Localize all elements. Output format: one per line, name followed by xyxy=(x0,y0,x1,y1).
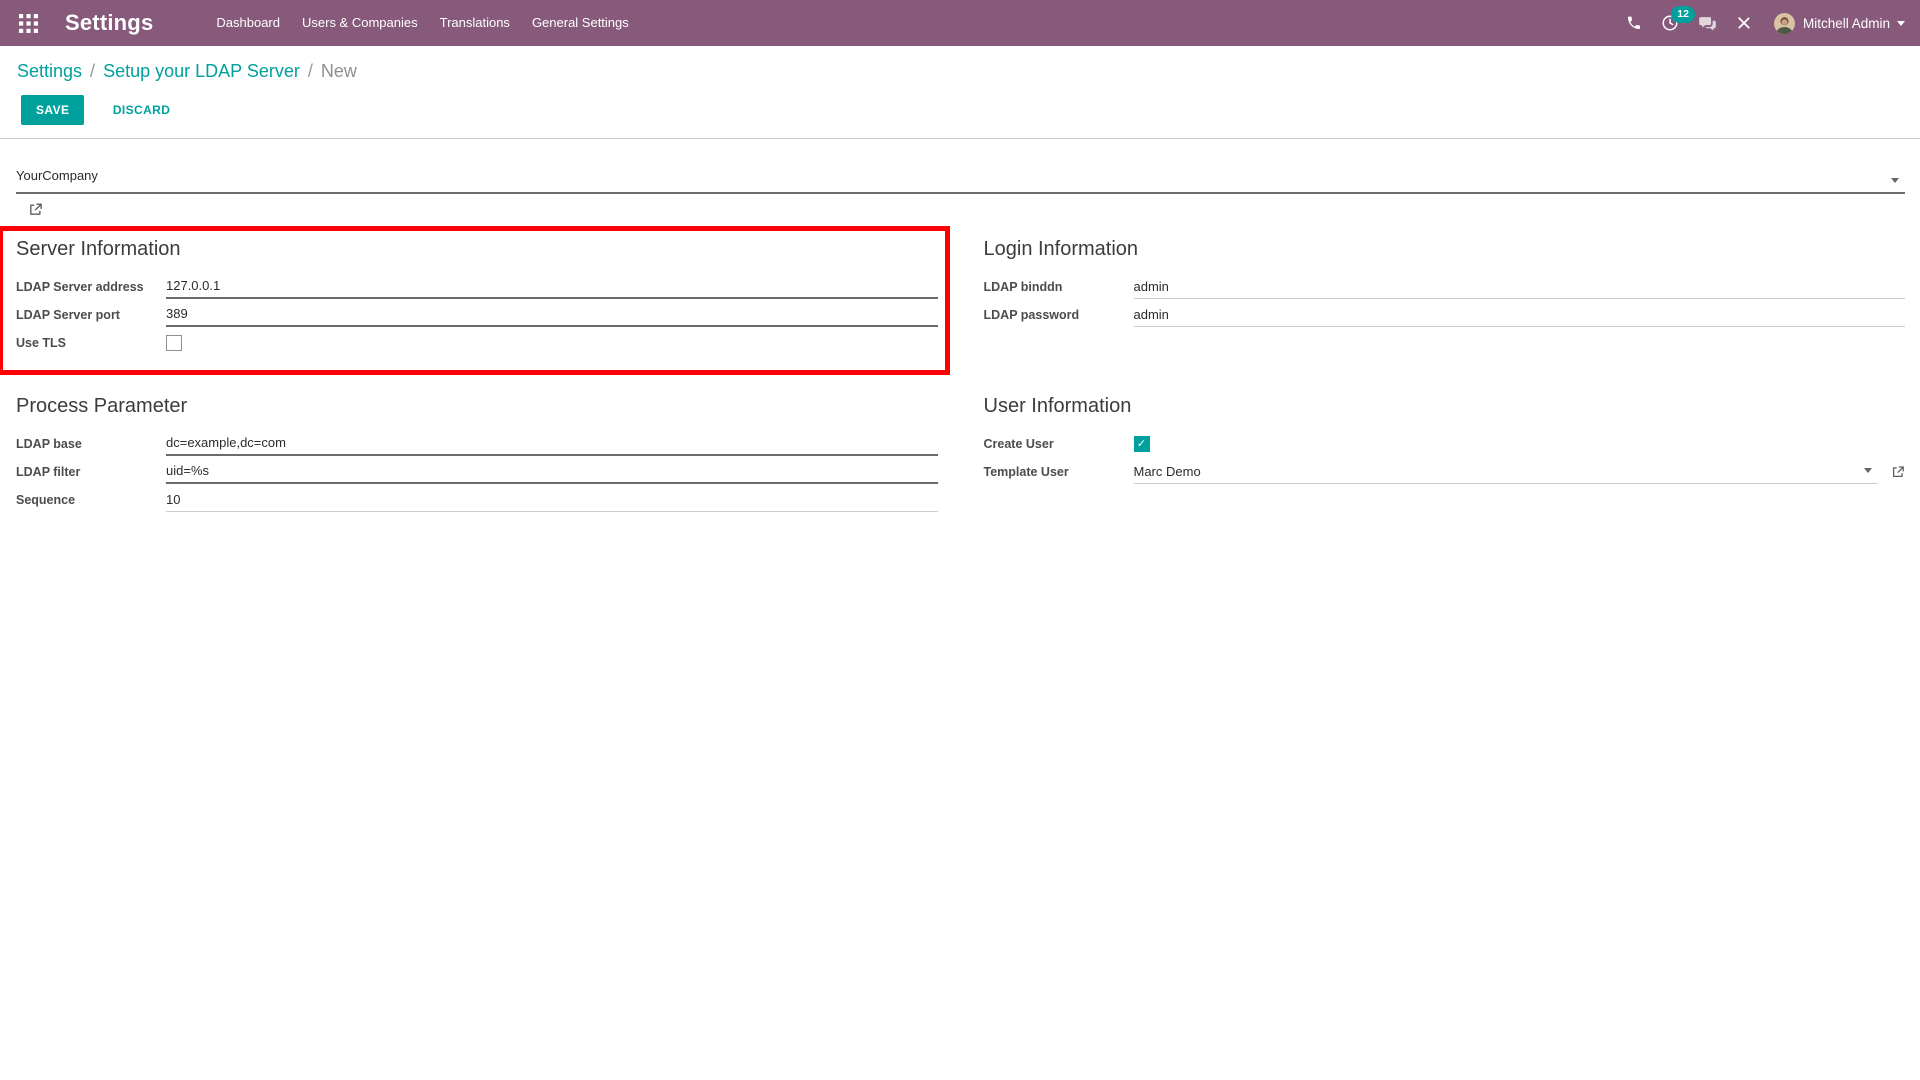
caret-down-icon xyxy=(1897,20,1905,26)
section-title-server-information: Server Information xyxy=(16,238,181,260)
ldap-server-port-label: LDAP Server port xyxy=(16,308,120,322)
field-control xyxy=(166,488,938,512)
breadcrumb: Settings / Setup your LDAP Server / New xyxy=(17,61,1904,82)
field-row-sequence: Sequence xyxy=(16,486,938,514)
field-row-ldap-binddn: LDAP binddn xyxy=(983,273,1905,301)
breadcrumb-separator: / xyxy=(90,61,96,81)
topbar-menu-users-companies[interactable]: Users & Companies xyxy=(291,0,429,46)
activity-clock-icon[interactable]: 12 xyxy=(1661,6,1695,32)
ldap-server-port-input[interactable] xyxy=(166,303,938,327)
breadcrumb-current: New xyxy=(320,61,357,81)
company-value: YourCompany xyxy=(16,168,98,183)
developer-tools-icon[interactable] xyxy=(1736,15,1752,31)
save-button[interactable]: SAVE xyxy=(21,95,85,125)
breadcrumb-link-settings[interactable]: Settings xyxy=(17,61,82,81)
field-row-ldap-password: LDAP password xyxy=(983,301,1905,329)
form-section-server-information: Server Information LDAP Server address LDA… xyxy=(0,226,950,375)
user-avatar xyxy=(1773,12,1795,34)
control-panel: Settings / Setup your LDAP Server / New SAVE… xyxy=(0,46,1920,139)
field-row-ldap-server-port: LDAP Server port xyxy=(16,301,938,329)
field-row-template-user: Template User xyxy=(984,458,1906,486)
field-control xyxy=(1133,460,1906,484)
form-sheet: YourCompany Server Information LDAP Serve… xyxy=(0,139,1920,542)
ldap-password-label: LDAP password xyxy=(983,308,1080,322)
use-tls-label: Use TLS xyxy=(16,336,67,350)
breadcrumb-separator: / xyxy=(307,61,313,81)
ldap-base-input[interactable] xyxy=(166,432,938,456)
template-user-input[interactable] xyxy=(1133,460,1864,483)
ldap-binddn-label: LDAP binddn xyxy=(983,280,1063,294)
form-section-process-parameter: Process Parameter LDAP base LDAP filter Seq… xyxy=(16,395,938,514)
field-control xyxy=(166,335,938,351)
ldap-server-address-label: LDAP Server address xyxy=(16,280,144,294)
app-title[interactable]: Settings xyxy=(65,10,153,36)
sequence-label: Sequence xyxy=(16,493,76,507)
ldap-server-address-input[interactable] xyxy=(166,275,938,299)
ldap-filter-input[interactable] xyxy=(166,460,938,484)
section-title-login-information: Login Information xyxy=(983,238,1139,260)
field-row-ldap-filter: LDAP filter xyxy=(16,458,938,486)
topbar-menu-general-settings[interactable]: General Settings xyxy=(521,0,640,46)
form-grid: Server Information LDAP Server address LDA… xyxy=(0,226,1906,542)
form-section-user-information: User Information Create User ✓ Template Use… xyxy=(984,395,1906,486)
messages-icon[interactable] xyxy=(1698,14,1717,33)
field-control xyxy=(166,432,938,456)
breadcrumb-link-setup-your-ldap-server[interactable]: Setup your LDAP Server xyxy=(103,61,300,81)
template-user-field xyxy=(1133,460,1878,484)
field-control xyxy=(1133,303,1905,327)
field-control: ✓ xyxy=(1133,436,1906,452)
field-row-use-tls: Use TLS xyxy=(16,329,938,357)
form-section-login-information: Login Information LDAP binddn LDAP passwor… xyxy=(983,238,1905,329)
apps-menu-icon[interactable] xyxy=(19,13,39,33)
phone-icon[interactable] xyxy=(1626,15,1642,31)
caret-down-icon[interactable] xyxy=(1864,468,1872,473)
field-control xyxy=(166,275,938,299)
ldap-password-input[interactable] xyxy=(1133,303,1905,327)
create-user-checkbox[interactable]: ✓ xyxy=(1133,436,1150,452)
check-icon: ✓ xyxy=(1136,437,1147,450)
sequence-input[interactable] xyxy=(166,488,938,512)
company-field[interactable]: YourCompany xyxy=(16,167,1905,194)
field-control xyxy=(166,460,938,484)
ldap-filter-label: LDAP filter xyxy=(16,465,81,479)
caret-down-icon xyxy=(1891,178,1899,183)
topbar-menu-dashboard[interactable]: Dashboard xyxy=(205,0,291,46)
activity-count-badge: 12 xyxy=(1671,6,1695,23)
external-link-icon[interactable] xyxy=(1891,465,1905,479)
topbar-menu: Dashboard Users & Companies Translations Ge… xyxy=(205,0,639,46)
create-user-label: Create User xyxy=(983,437,1054,451)
field-control xyxy=(1133,275,1905,299)
section-title-user-information: User Information xyxy=(983,395,1132,417)
field-row-ldap-server-address: LDAP Server address xyxy=(16,273,938,301)
field-row-ldap-base: LDAP base xyxy=(16,430,938,458)
use-tls-checkbox[interactable] xyxy=(166,335,182,351)
button-row: SAVE DISCARD xyxy=(16,95,1904,125)
company-external-row xyxy=(28,202,1905,220)
template-user-label: Template User xyxy=(983,465,1069,479)
external-link-icon[interactable] xyxy=(28,202,43,217)
discard-button[interactable]: DISCARD xyxy=(98,95,185,125)
systray: 12 Mitchell Admin xyxy=(1607,6,1905,34)
field-row-create-user: Create User ✓ xyxy=(984,430,1906,458)
topbar-menu-translations[interactable]: Translations xyxy=(429,0,521,46)
section-title-process-parameter: Process Parameter xyxy=(16,395,188,417)
ldap-base-label: LDAP base xyxy=(16,437,82,451)
user-menu[interactable]: Mitchell Admin xyxy=(1773,12,1905,34)
user-name: Mitchell Admin xyxy=(1802,15,1890,31)
field-control xyxy=(166,303,938,327)
ldap-binddn-input[interactable] xyxy=(1133,275,1905,299)
top-navbar: Settings Dashboard Users & Companies Trans… xyxy=(0,0,1920,46)
